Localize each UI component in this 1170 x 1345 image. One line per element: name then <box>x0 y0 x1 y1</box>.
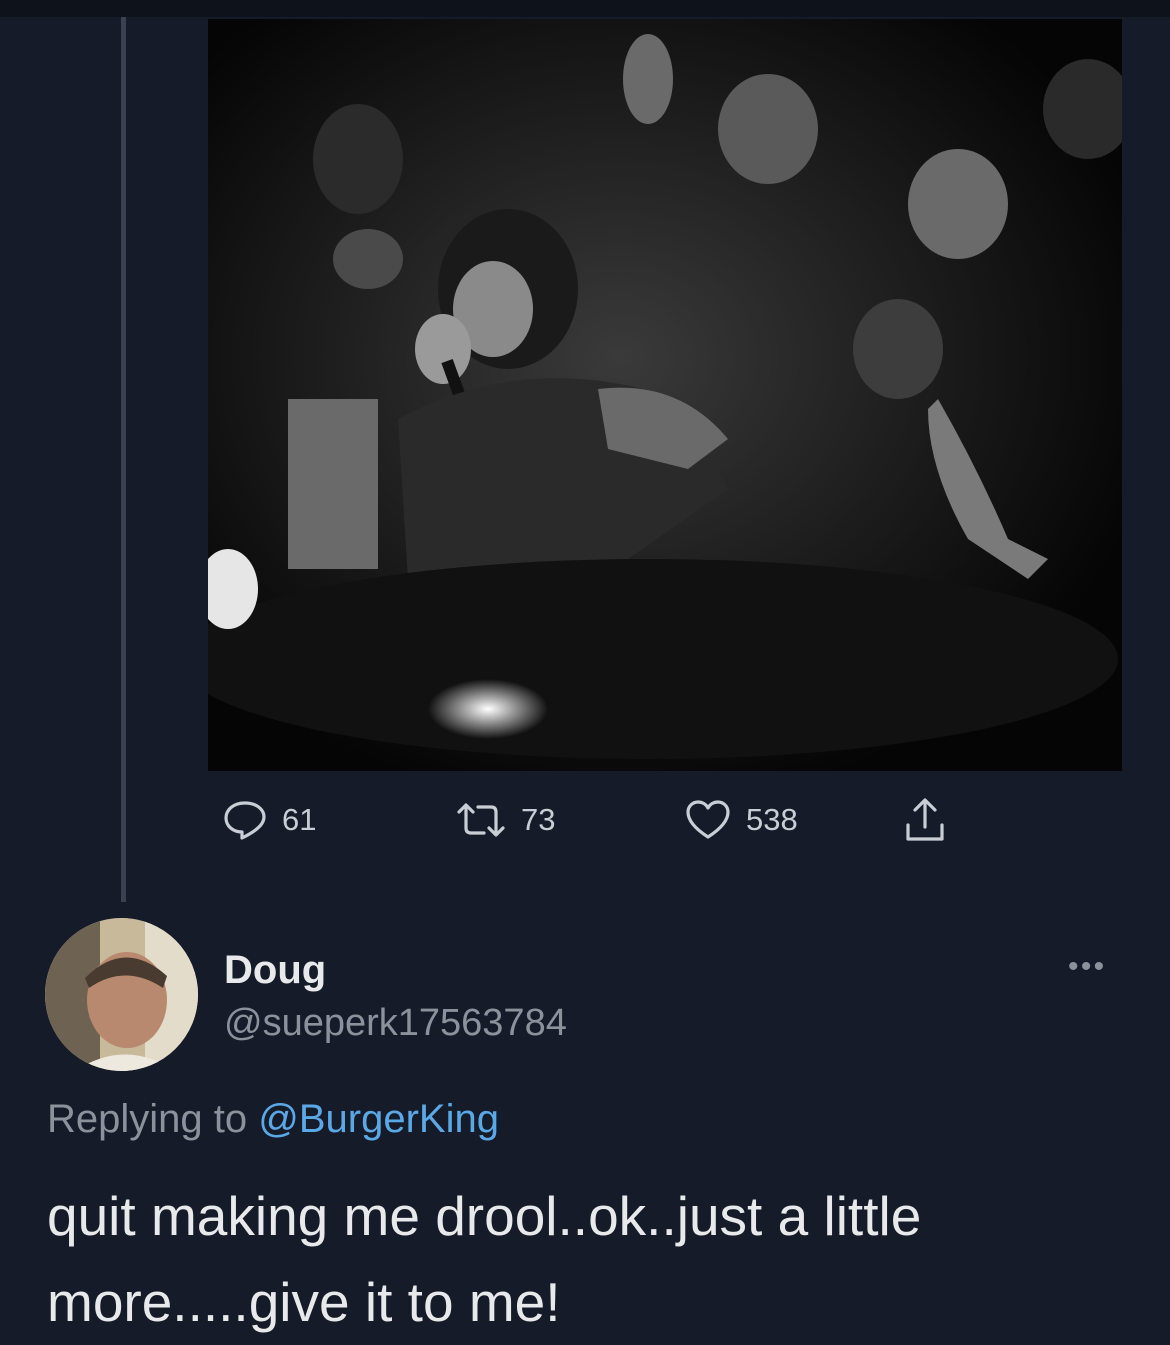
avatar-photo-image <box>45 918 198 1071</box>
more-options-button[interactable]: • • • <box>1068 950 1104 984</box>
avatar[interactable] <box>45 918 198 1071</box>
like-button[interactable]: 538 <box>684 790 798 850</box>
top-bar <box>0 0 1170 17</box>
reply-tweet-text: quit making me drool..ok..just a little … <box>47 1185 922 1333</box>
retweet-icon <box>457 803 505 837</box>
replying-to-line: Replying to @BurgerKing <box>47 1097 499 1142</box>
share-button[interactable] <box>903 790 947 850</box>
retweet-button[interactable]: 73 <box>455 790 555 850</box>
retweet-count: 73 <box>521 802 556 837</box>
replying-prefix: Replying to <box>47 1097 248 1141</box>
concert-photo-image <box>208 19 1122 771</box>
reply-button[interactable]: 61 <box>222 790 316 850</box>
tweet-media-photo[interactable] <box>208 19 1122 771</box>
replying-to-mention-link[interactable]: @BurgerKing <box>258 1097 499 1141</box>
thread-line <box>121 17 126 902</box>
reply-icon <box>224 801 266 840</box>
like-count: 538 <box>746 802 798 837</box>
heart-icon <box>686 800 730 839</box>
tweet-actions: 61 73 538 <box>0 790 1170 850</box>
reply-author-name[interactable]: Doug <box>224 948 326 993</box>
share-icon <box>906 798 944 841</box>
more-dots-icon: • • • <box>1068 950 1104 983</box>
reply-count: 61 <box>282 802 317 837</box>
reply-author-handle[interactable]: @sueperk17563784 <box>224 1002 567 1045</box>
